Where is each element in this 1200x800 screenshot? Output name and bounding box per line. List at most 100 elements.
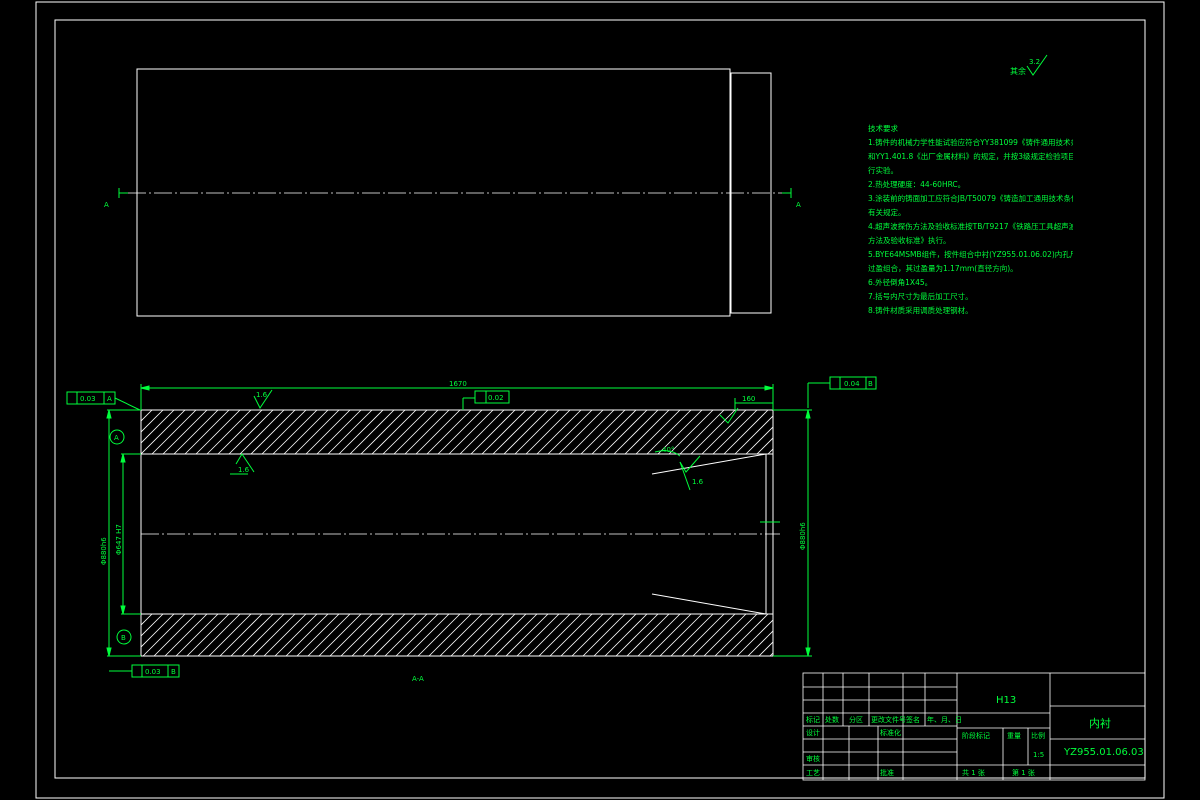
top-view: A A [104, 68, 801, 317]
hatch-line [395, 614, 439, 656]
tb-header-sign: 签名 [906, 715, 920, 724]
cone-line-bottom [651, 593, 767, 615]
tb-scale-value: 1:5 [1033, 751, 1044, 759]
hatch-line [142, 614, 186, 656]
hatch-line [197, 614, 241, 656]
hatch-line [668, 410, 714, 454]
tol-right-datum: B [868, 380, 873, 388]
tol-left-top-datum: A [107, 395, 112, 403]
hatch-line [362, 614, 406, 656]
hatch-line [272, 410, 318, 454]
tb-sheet-no: 第 1 张 [1012, 768, 1035, 777]
hatch-line [151, 410, 197, 454]
hatch-line [536, 410, 582, 454]
hatch-line [318, 614, 362, 656]
hatch-line [263, 614, 307, 656]
hatch-line [305, 410, 351, 454]
hatch-line [382, 410, 428, 454]
hatch-line [261, 410, 307, 454]
hatch-line [239, 410, 285, 454]
hatch-line [141, 614, 164, 637]
section-mark-left: A [104, 201, 109, 209]
hatch-line [712, 410, 758, 454]
hatch-line [426, 410, 472, 454]
hatch-line [503, 410, 549, 454]
hatch-line [307, 614, 351, 656]
dimensions [66, 376, 877, 678]
cone-line-top [651, 453, 767, 475]
hatch-line [162, 410, 208, 454]
hatch-line [173, 410, 219, 454]
hatch-line [690, 410, 736, 454]
tech-req-line: 6.外径倒角1X45。 [868, 278, 933, 287]
tol-left-bottom-value: 0.03 [145, 668, 161, 676]
hatch-line [602, 410, 648, 454]
hatch-line [206, 410, 252, 454]
hatch-line [525, 410, 571, 454]
tech-req-line: 行实验。 [868, 166, 898, 175]
dim-left-inner: Φ647 H7 [115, 524, 123, 555]
hatch-line [538, 614, 582, 656]
top-view-body [136, 68, 731, 317]
hatch-line [769, 652, 773, 656]
hatch-line [184, 410, 230, 454]
tb-process: 工艺 [806, 769, 820, 777]
hatch-line [681, 614, 725, 656]
hatch-line [470, 410, 516, 454]
hatch-line [141, 614, 175, 648]
hatch-line [679, 410, 725, 454]
roughness-cone-value: 1.6 [692, 478, 704, 486]
tech-req-line: 4.超声波探伤方法及验收标准按TB/T9217《铁路压工具超声波探伤 [868, 222, 1073, 231]
hatch-line [481, 410, 527, 454]
hatch-line [217, 410, 263, 454]
hatch-line [404, 410, 450, 454]
dim-right-outer: Φ880h6 [799, 522, 807, 550]
tech-req-line: 2.热处理硬度：44-60HRC。 [868, 180, 966, 189]
hatch-line [338, 410, 384, 454]
hatch-line [360, 410, 406, 454]
hatch-line [384, 614, 428, 656]
hatch-line [756, 437, 773, 454]
hatch-line [230, 614, 274, 656]
tb-weight: 重量 [1007, 732, 1021, 740]
hatch-line [141, 410, 153, 422]
tol-right-value: 0.04 [844, 380, 860, 388]
hatch-line [472, 614, 516, 656]
hatch-line [439, 614, 483, 656]
tb-drawing-no: YZ955.01.06.03 [1063, 747, 1144, 758]
tb-approve: 批准 [880, 768, 894, 777]
hatch-line [725, 614, 769, 656]
hatch-line [758, 641, 773, 656]
tol-left-bottom-datum: B [171, 668, 176, 676]
hatch-line [153, 614, 197, 656]
hatch-line [141, 410, 175, 444]
hatch-line [448, 410, 494, 454]
hatch-line [393, 410, 439, 454]
tech-req-line: 3.涂装前的铸面加工应符合JB/T50079《铸造加工通用技术条件》的 [868, 194, 1073, 203]
tb-header-count: 处数 [825, 715, 839, 724]
hatch-line [285, 614, 329, 656]
hatch-line [186, 614, 230, 656]
hatch-line [637, 614, 681, 656]
tb-header-mark: 标记 [806, 715, 820, 724]
tb-sheet-total: 共 1 张 [962, 768, 985, 777]
tech-req-line: 和YY1.401.8《出厂金属材料》的规定，并按3级规定检验项目进 [868, 152, 1073, 161]
hatch-line [604, 614, 648, 656]
hatch-line [164, 614, 208, 656]
hatch-line [527, 614, 571, 656]
hatch-line [734, 415, 773, 454]
tb-header-zone: 分区 [849, 715, 863, 724]
hatch-line [252, 614, 296, 656]
hatch-line [591, 410, 637, 454]
hatch-line [219, 614, 263, 656]
hatch-line [406, 614, 450, 656]
tol-top-center-value: 0.02 [488, 394, 504, 402]
roughness-top-value: 1.6 [256, 391, 268, 399]
hatch-line [494, 614, 538, 656]
hatch-line [692, 614, 736, 656]
hatch-line [349, 410, 395, 454]
tb-design: 设计 [806, 728, 820, 737]
tech-req-line: 8.铸件材质采用调质处理钢材。 [868, 306, 973, 315]
dim-right-step: 160 [742, 395, 755, 403]
hatch-line [428, 614, 472, 656]
